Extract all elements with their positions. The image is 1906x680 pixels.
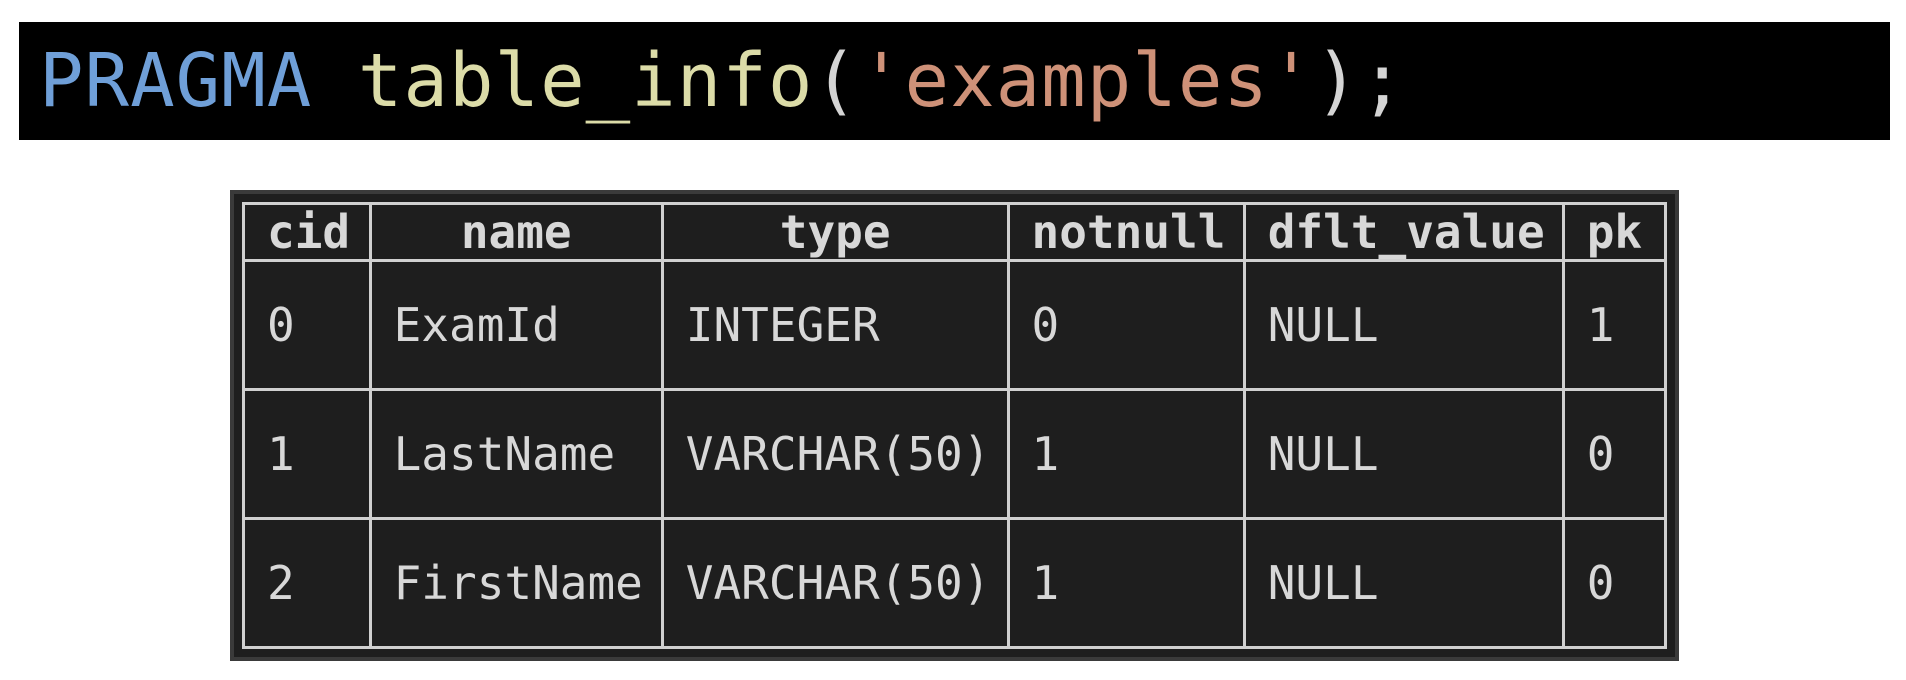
cell-notnull: 0 <box>1006 259 1246 391</box>
cell-dflt-value: NULL <box>1242 517 1565 649</box>
cell-cid: 2 <box>242 517 372 649</box>
results-table-frame: cid name type notnull dflt_value pk 0 Ex… <box>230 190 1679 661</box>
cell-pk: 1 <box>1561 259 1668 391</box>
column-header-cid: cid <box>242 202 372 262</box>
results-table: cid name type notnull dflt_value pk 0 Ex… <box>242 202 1668 649</box>
sql-keyword: PRAGMA <box>39 38 313 124</box>
column-header-notnull: notnull <box>1006 202 1246 262</box>
column-header-type: type <box>660 202 1010 262</box>
column-header-pk: pk <box>1561 202 1668 262</box>
cell-pk: 0 <box>1561 517 1668 649</box>
cell-cid: 0 <box>242 259 372 391</box>
cell-type: VARCHAR(50) <box>660 517 1010 649</box>
table-row: 0 ExamId INTEGER 0 NULL 1 <box>242 259 1668 391</box>
cell-pk: 0 <box>1561 388 1668 520</box>
sql-string-argument: 'examples' <box>858 38 1315 124</box>
cell-cid: 1 <box>242 388 372 520</box>
cell-notnull: 1 <box>1006 517 1246 649</box>
cell-type: VARCHAR(50) <box>660 388 1010 520</box>
cell-name: FirstName <box>368 517 664 649</box>
sql-function-name: table_info <box>357 38 814 124</box>
sql-query-editor[interactable]: PRAGMA table_info('examples'); <box>19 22 1890 140</box>
cell-name: ExamId <box>368 259 664 391</box>
cell-dflt-value: NULL <box>1242 259 1565 391</box>
sql-open-paren: ( <box>813 38 859 124</box>
cell-name: LastName <box>368 388 664 520</box>
column-header-dflt-value: dflt_value <box>1242 202 1565 262</box>
table-row: 1 LastName VARCHAR(50) 1 NULL 0 <box>242 388 1668 520</box>
sql-close-paren: ); <box>1314 38 1406 124</box>
table-header-row: cid name type notnull dflt_value pk <box>242 202 1668 262</box>
cell-dflt-value: NULL <box>1242 388 1565 520</box>
cell-notnull: 1 <box>1006 388 1246 520</box>
table-row: 2 FirstName VARCHAR(50) 1 NULL 0 <box>242 517 1668 649</box>
column-header-name: name <box>368 202 664 262</box>
cell-type: INTEGER <box>660 259 1010 391</box>
